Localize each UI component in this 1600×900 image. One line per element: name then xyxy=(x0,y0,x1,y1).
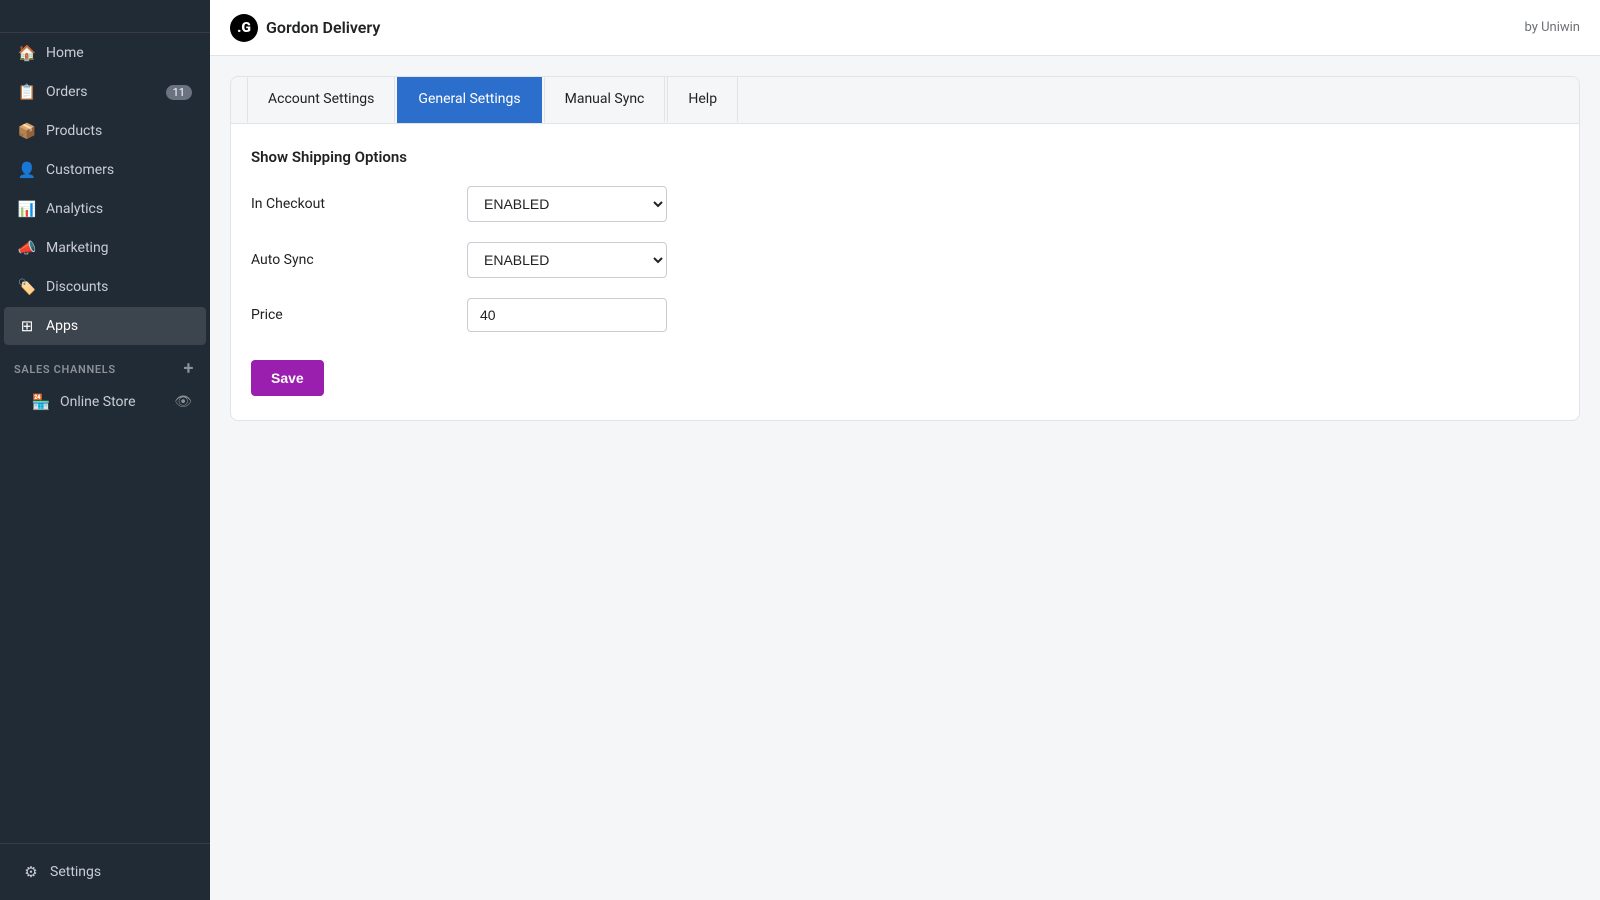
sidebar-item-label: Orders xyxy=(46,84,88,100)
input-auto-sync[interactable]: ENABLEDDISABLED xyxy=(467,242,667,278)
brand-logo: .G xyxy=(230,14,258,42)
sales-channels-label: SALES CHANNELS xyxy=(14,363,116,376)
sidebar-item-settings[interactable]: ⚙ Settings xyxy=(8,853,202,891)
card-body: Show Shipping Options In Checkout ENABLED… xyxy=(231,124,1579,420)
sidebar-item-label: Analytics xyxy=(46,201,103,217)
home-icon: 🏠 xyxy=(18,44,36,62)
content-area: Account SettingsGeneral SettingsManual S… xyxy=(210,56,1600,900)
orders-icon: 📋 xyxy=(18,83,36,101)
sidebar-header xyxy=(0,0,210,33)
brand: .G Gordon Delivery xyxy=(230,14,380,42)
input-in-checkout[interactable]: ENABLEDDISABLED xyxy=(467,186,667,222)
badge-orders: 11 xyxy=(166,85,192,100)
tab-account-settings[interactable]: Account Settings xyxy=(247,77,395,123)
sidebar-item-label: Apps xyxy=(46,318,78,334)
sidebar-item-products[interactable]: 📦 Products xyxy=(4,112,206,150)
label-in-checkout: In Checkout xyxy=(251,196,451,212)
customers-icon: 👤 xyxy=(18,161,36,179)
analytics-icon: 📊 xyxy=(18,200,36,218)
form-row-in-checkout: In Checkout ENABLEDDISABLED xyxy=(251,186,1559,222)
sidebar-item-analytics[interactable]: 📊 Analytics xyxy=(4,190,206,228)
marketing-icon: 📣 xyxy=(18,239,36,257)
input-price[interactable] xyxy=(467,298,667,332)
sidebar: 🏠 Home 📋 Orders 11 📦 Products 👤 Customer… xyxy=(0,0,210,900)
sidebar-settings: ⚙ Settings xyxy=(0,843,210,900)
sidebar-item-label: Discounts xyxy=(46,279,108,295)
products-icon: 📦 xyxy=(18,122,36,140)
sidebar-item-discounts[interactable]: 🏷️ Discounts xyxy=(4,268,206,306)
save-button[interactable]: Save xyxy=(251,360,324,396)
discounts-icon: 🏷️ xyxy=(18,278,36,296)
sales-channels-section: SALES CHANNELS + xyxy=(0,346,210,384)
settings-label: Settings xyxy=(50,864,101,880)
channel-eye-icon[interactable]: 👁 xyxy=(174,394,192,410)
tabs-bar: Account SettingsGeneral SettingsManual S… xyxy=(231,77,1579,124)
label-auto-sync: Auto Sync xyxy=(251,252,451,268)
main-card: Account SettingsGeneral SettingsManual S… xyxy=(230,76,1580,421)
sidebar-item-orders[interactable]: 📋 Orders 11 xyxy=(4,73,206,111)
tab-help[interactable]: Help xyxy=(667,77,738,123)
brand-name: Gordon Delivery xyxy=(266,18,380,37)
sidebar-item-marketing[interactable]: 📣 Marketing xyxy=(4,229,206,267)
apps-icon: ⊞ xyxy=(18,317,36,335)
form-section-title: Show Shipping Options xyxy=(251,148,1559,166)
sidebar-item-label: Customers xyxy=(46,162,114,178)
sidebar-item-customers[interactable]: 👤 Customers xyxy=(4,151,206,189)
sidebar-item-label: Marketing xyxy=(46,240,109,256)
sidebar-channels: 🏪 Online Store 👁 xyxy=(0,384,210,420)
settings-icon: ⚙ xyxy=(22,863,40,881)
sidebar-item-home[interactable]: 🏠 Home xyxy=(4,34,206,72)
sidebar-navigation: 🏠 Home 📋 Orders 11 📦 Products 👤 Customer… xyxy=(0,33,210,346)
label-price: Price xyxy=(251,307,451,323)
tab-manual-sync[interactable]: Manual Sync xyxy=(544,77,666,123)
topbar: .G Gordon Delivery by Uniwin xyxy=(210,0,1600,56)
tab-general-settings[interactable]: General Settings xyxy=(397,77,541,123)
sidebar-channel-online-store[interactable]: 🏪 Online Store 👁 xyxy=(4,385,206,419)
store-icon: 🏪 xyxy=(32,393,50,411)
add-sales-channel-button[interactable]: + xyxy=(181,358,196,380)
form-fields: In Checkout ENABLEDDISABLED Auto Sync ENABL… xyxy=(251,186,1559,332)
sidebar-item-label: Products xyxy=(46,123,102,139)
form-row-auto-sync: Auto Sync ENABLEDDISABLED xyxy=(251,242,1559,278)
sidebar-item-apps[interactable]: ⊞ Apps xyxy=(4,307,206,345)
sidebar-item-label: Home xyxy=(46,45,84,61)
topbar-by-label: by Uniwin xyxy=(1525,20,1581,35)
main-area: .G Gordon Delivery by Uniwin Account Set… xyxy=(210,0,1600,900)
form-row-price: Price xyxy=(251,298,1559,332)
channel-label: Online Store xyxy=(60,394,136,410)
